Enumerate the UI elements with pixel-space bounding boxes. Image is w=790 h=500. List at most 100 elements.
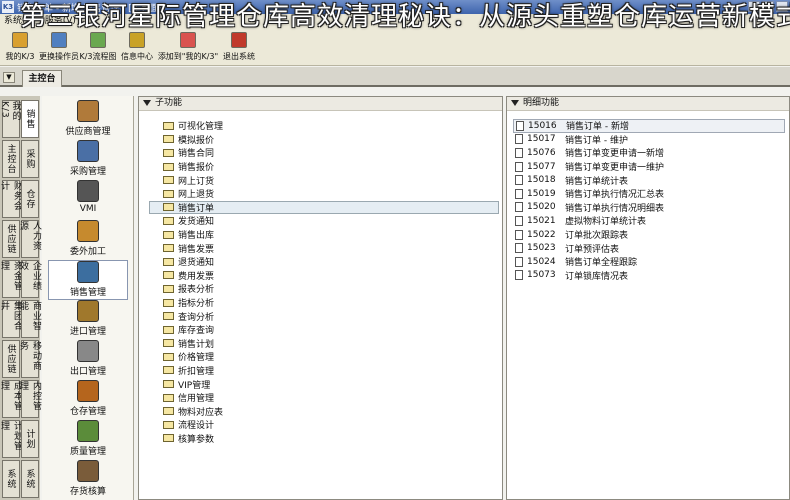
document-icon [515, 188, 523, 199]
module-item[interactable]: 委外加工 [48, 220, 128, 260]
vertical-tab[interactable]: 系统 [2, 460, 20, 498]
detail-function-item[interactable]: 15022 订单批次跟踪表 [513, 228, 785, 242]
inventory-icon [77, 460, 99, 482]
module-item[interactable]: 进口管理 [48, 300, 128, 340]
subfunction-item[interactable]: 销售合同 [163, 146, 499, 160]
vertical-subtab[interactable]: 采购 [21, 140, 39, 178]
detail-label: 销售订单变更申请一维护 [565, 163, 665, 174]
detail-function-item[interactable]: 15018 销售订单统计表 [513, 173, 785, 187]
module-item[interactable]: 出口管理 [48, 340, 128, 380]
subfunction-item[interactable]: 信用管理 [163, 391, 499, 405]
subfunction-header[interactable]: 子功能 [139, 97, 502, 111]
vertical-subtab[interactable]: 仓存 [21, 180, 39, 218]
subfunction-item[interactable]: 网上退货 [163, 187, 499, 201]
subfunction-item[interactable]: 库存查询 [163, 323, 499, 337]
vertical-subtab[interactable]: 系统 [21, 460, 39, 498]
subfunction-item[interactable]: 价格管理 [163, 350, 499, 364]
vertical-tab[interactable]: 主控台 [2, 140, 20, 178]
vertical-subtab[interactable]: 商业智能 [18, 300, 41, 338]
vertical-subtab[interactable]: 销售 [21, 100, 39, 138]
subfunction-item[interactable]: 销售出库 [163, 228, 499, 242]
detail-function-item[interactable]: 15023 订单预评估表 [513, 241, 785, 255]
folder-icon [163, 339, 174, 348]
subfunction-item[interactable]: 销售计划 [163, 337, 499, 351]
module-label: 进口管理 [69, 327, 106, 337]
subfunction-item[interactable]: 流程设计 [163, 418, 499, 432]
module-item[interactable]: 供应商管理 [48, 100, 128, 140]
subfunction-item[interactable]: 发货通知 [163, 214, 499, 228]
detail-function-item[interactable]: 15073 订单锁库情况表 [513, 269, 785, 283]
toolbar-button[interactable]: 添加到"我的K/3" [158, 28, 218, 64]
vertical-subtab[interactable]: 内控管理 [18, 380, 41, 418]
subfunction-item[interactable]: 报表分析 [163, 282, 499, 296]
document-icon [516, 120, 524, 131]
folder-icon [163, 121, 174, 130]
toolbar-button[interactable]: 我的K/3 [2, 28, 38, 64]
subfunction-item[interactable]: 可视化管理 [163, 119, 499, 133]
module-item[interactable]: VMI [48, 180, 128, 220]
subfunction-label: 指标分析 [178, 299, 215, 310]
subfunction-item[interactable]: 查询分析 [163, 309, 499, 323]
subfunction-item[interactable]: 销售发票 [163, 241, 499, 255]
tab-main-console[interactable]: 主控台 [22, 70, 62, 87]
subfunction-item[interactable]: 物料对应表 [163, 404, 499, 418]
subfunction-label: 报表分析 [178, 285, 215, 296]
toolbar-button[interactable]: 退出系统 [221, 28, 257, 64]
document-icon [515, 134, 523, 145]
module-item[interactable]: 存货核算 [48, 460, 128, 500]
vertical-subtab[interactable]: 移动商务 [18, 340, 41, 378]
toolbar-button[interactable]: 更换操作员 [39, 28, 79, 64]
subfunction-item[interactable]: 退货通知 [163, 255, 499, 269]
vertical-nav-tabs: 我的K/3 主控台 财务会计 供应链 资金管理 集团合并 供应链 成本管理 计划管理 系统 销售 采购… [0, 96, 41, 500]
document-icon [515, 256, 523, 267]
module-item[interactable]: 销售管理 [48, 260, 128, 300]
subfunction-item[interactable]: VIP管理 [163, 377, 499, 391]
detail-function-item[interactable]: 15077 销售订单变更申请一维护 [513, 160, 785, 174]
tab-dropdown-icon[interactable]: ▼ [3, 72, 15, 83]
vertical-subtab[interactable]: 企业绩效 [18, 260, 41, 298]
detail-function-item[interactable]: 15019 销售订单执行情况汇总表 [513, 187, 785, 201]
folder-icon [163, 407, 174, 416]
subfunction-item[interactable]: 网上订货 [163, 173, 499, 187]
toolbar-button[interactable]: 信息中心 [119, 28, 155, 64]
vertical-subtab[interactable]: 人力资源 [18, 220, 41, 258]
module-item[interactable]: 采购管理 [48, 140, 128, 180]
detail-code: 15020 [527, 202, 556, 213]
add-favorite-icon [180, 32, 196, 48]
subfunction-item[interactable]: 指标分析 [163, 296, 499, 310]
detail-code: 15018 [527, 175, 556, 186]
vertical-tab[interactable]: 计划管理 [0, 420, 22, 458]
module-panel: 供应商管理 采购管理 VMI 委外加工 销售管理进口管理出口管理 仓存管理 质量管理 存货核算 [42, 96, 134, 500]
subfunction-label: 模拟报价 [178, 135, 215, 146]
subfunction-item[interactable]: 折扣管理 [163, 364, 499, 378]
vertical-tab[interactable]: 财务会计 [0, 180, 22, 218]
module-item[interactable]: 质量管理 [48, 420, 128, 460]
detail-function-item[interactable]: 15020 销售订单执行情况明细表 [513, 201, 785, 215]
detail-label: 虚拟物料订单统计表 [565, 217, 647, 228]
detail-function-header[interactable]: 明细功能 [507, 97, 789, 111]
detail-function-item[interactable]: 15076 销售订单变更申请一新增 [513, 146, 785, 160]
module-item[interactable]: 仓存管理 [48, 380, 128, 420]
subfunction-item[interactable]: 费用发票 [163, 269, 499, 283]
subfunction-label: 销售出库 [178, 231, 215, 242]
detail-function-item[interactable]: 15021 虚拟物料订单统计表 [513, 214, 785, 228]
subfunction-item[interactable]: 模拟报价 [163, 133, 499, 147]
folder-icon [163, 420, 174, 429]
vertical-subtab[interactable]: 计划 [21, 420, 39, 458]
vertical-tab[interactable]: 我的K/3 [0, 100, 21, 138]
detail-function-item[interactable]: 15017 销售订单 - 维护 [513, 133, 785, 147]
detail-function-item[interactable]: 15024 销售订单全程跟踪 [513, 255, 785, 269]
folder-icon [163, 325, 174, 334]
subfunction-label: 查询分析 [178, 312, 215, 323]
subfunction-label: 信用管理 [178, 394, 215, 405]
subfunction-item[interactable]: 销售订单 [149, 200, 499, 215]
subfunction-item[interactable]: 销售报价 [163, 160, 499, 174]
subfunction-item[interactable]: 核算参数 [163, 432, 499, 446]
subfunction-label: 销售发票 [178, 244, 215, 255]
toolbar-button[interactable]: K/3流程图 [79, 28, 117, 64]
folder-icon [163, 434, 174, 443]
detail-label: 销售订单全程跟踪 [565, 258, 638, 269]
detail-function-item[interactable]: 15016 销售订单 - 新增 [513, 119, 785, 133]
subfunction-label: 发货通知 [178, 217, 215, 228]
detail-code: 15023 [527, 243, 556, 254]
